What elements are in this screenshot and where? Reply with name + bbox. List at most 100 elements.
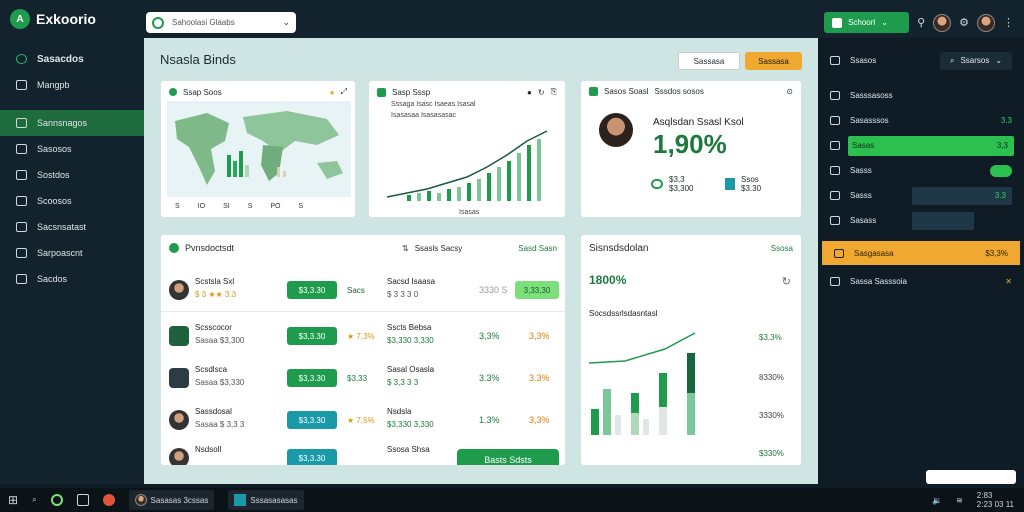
stat-label: $3,3	[669, 175, 685, 184]
sidebar-item-5[interactable]: Scoosos	[0, 188, 144, 214]
logo-icon: A	[10, 9, 30, 29]
row-name: Scstsla Sxl	[195, 277, 235, 286]
list-item[interactable]: Sassdosal Sasaa $ 3,3 3 $3,3.30 ★ 7,5% N…	[161, 401, 565, 439]
book-icon	[16, 274, 27, 284]
clock-icon	[830, 141, 840, 150]
stats-right-value: 8330%	[759, 373, 784, 382]
panel-item[interactable]: Sasasssos 3.3	[818, 108, 1024, 133]
person-name: Asqlsdan Ssasl Ksol	[653, 117, 744, 128]
panel-item[interactable]: Sassa Sasssoia ✕	[818, 269, 1024, 294]
search-icon[interactable]: ⌕	[32, 495, 36, 505]
avatar[interactable]	[977, 13, 995, 32]
trend-chart-card: Sasp Sssp ● ↻ ⎘ Sssaga Isasc Isaeas Isas…	[368, 80, 566, 218]
taskbar: ⊞ ⌕ Sasasas 3cssas Sssasasasas 🔉 ≋ 2:83 2…	[0, 488, 1024, 512]
row-metric-alt: 3.3%	[529, 373, 550, 383]
browser-icon[interactable]	[102, 494, 115, 506]
profile-tab[interactable]: Sasos Soasl	[604, 87, 648, 96]
stats-tag[interactable]: Ssosa	[771, 244, 793, 253]
user-search-icon[interactable]: ⚲	[917, 16, 925, 29]
price-pill[interactable]: $3,3.30	[287, 369, 337, 387]
stats-bars	[591, 353, 695, 435]
taskbar-app[interactable]: Sasasas 3cssas	[128, 490, 215, 510]
sidebar-item-1[interactable]: Mangpb	[0, 72, 144, 98]
price-pill[interactable]: $3,3.30	[287, 327, 337, 345]
app-logo[interactable]: A Exkoorio	[10, 9, 140, 29]
link-icon[interactable]: ⊙	[786, 87, 793, 96]
panel-item[interactable]: Sasss 3.3	[818, 183, 1024, 208]
wallet-icon	[651, 179, 663, 189]
expand-icon[interactable]: ⤢	[341, 87, 347, 97]
sidebar-item-6[interactable]: Sacsnsatast	[0, 214, 144, 240]
sidebar-item-7[interactable]: Sarpoascnt	[0, 240, 144, 266]
row-name: Sassdosal	[195, 407, 232, 416]
speaker-icon[interactable]: 🔉	[932, 496, 942, 505]
row-sub: Sasaa $3,300	[195, 336, 245, 345]
github-icon[interactable]: ●	[527, 88, 532, 97]
folder-icon	[16, 144, 27, 154]
list-item[interactable]: Scsscocor Sasaa $3,300 $3,3.30 ★ 7,3% Ss…	[161, 317, 565, 355]
world-map[interactable]	[167, 101, 351, 197]
settings-icon[interactable]: ⚙	[959, 16, 969, 29]
app-title: Exkoorio	[36, 11, 96, 27]
sun-icon[interactable]: ●	[330, 88, 335, 97]
top-right-tools: Schoorl ⌄ ⚲ ⚙ ⋮	[824, 12, 1014, 33]
tag-icon	[16, 170, 27, 180]
map-card: Ssap Soos ● ⤢ S IO SI S PO S	[160, 80, 356, 218]
close-icon[interactable]: ✕	[1005, 277, 1012, 286]
share-icon[interactable]: ⎘	[551, 87, 557, 97]
price-pill[interactable]: $3,3.30	[287, 281, 337, 299]
map-card-header: Ssap Soos ● ⤢	[161, 81, 355, 103]
task-view-icon[interactable]	[76, 494, 89, 506]
filter-icon[interactable]: ⇅	[402, 244, 409, 253]
profile-stat-1: $3,3 $3,300	[651, 175, 693, 193]
list-column-header[interactable]: Sasd Sasn	[518, 244, 557, 253]
list-item[interactable]: Scstsla Sxl $ 3 ★★ 3.3 $3,3.30 Sacs Sacs…	[161, 271, 565, 309]
toggle-switch[interactable]	[990, 164, 1012, 177]
sidebar-item-2[interactable]: Sannsnagos	[0, 110, 144, 136]
list-item[interactable]: Scsdlsca Sasaa $3,330 $3,3.30 $3,33 Sasa…	[161, 359, 565, 397]
row-metric-alt: 3,3%	[529, 331, 550, 341]
doc-icon	[725, 178, 735, 190]
panel-item[interactable]: Sasss	[818, 158, 1024, 183]
price-pill[interactable]: $3,3.30	[287, 449, 337, 465]
search-input[interactable]: Sahoolasi Glaabs ⌄	[146, 12, 296, 33]
panel-item-value: 3.3	[912, 186, 1012, 205]
assistant-icon[interactable]	[50, 494, 63, 506]
highlight-bar[interactable]: Sasas 3,3	[848, 135, 1014, 156]
taskbar-app[interactable]: Sssasasasas	[228, 490, 304, 510]
panel-item-highlight[interactable]: Sasgasasa $3,3%	[822, 241, 1020, 265]
sidebar-item-3[interactable]: Sasosos	[0, 136, 144, 162]
trend-chart[interactable]	[377, 123, 557, 209]
chevron-down-icon[interactable]: ⌄	[282, 17, 290, 28]
panel-item[interactable]: Sasssasoss	[818, 83, 1024, 108]
panel-filter-dropdown[interactable]: ⌕ Ssarsos ⌄	[940, 51, 1012, 70]
refresh-icon[interactable]: ↻	[782, 275, 791, 288]
highlight-pill[interactable]: 3,33,30	[515, 281, 559, 299]
avatar[interactable]	[933, 13, 952, 32]
row-label: Ssosa Shsa	[387, 445, 430, 454]
panel-item-field[interactable]	[912, 211, 974, 230]
cta-button[interactable]: Basts Sdsts	[457, 449, 559, 465]
stats-bar-chart[interactable]	[585, 327, 715, 455]
sidebar-item-0[interactable]: Sasacdos	[0, 46, 144, 72]
clock[interactable]: 2:83 2:23 03 11	[977, 491, 1014, 509]
map-label: PO	[270, 203, 281, 210]
primary-button[interactable]: Sassasa	[745, 52, 802, 70]
panel-item[interactable]: Sasas 3,3	[818, 133, 1024, 158]
list-column-header[interactable]: Ssasls Sacsy	[415, 244, 463, 253]
secondary-button[interactable]: Sassasa	[678, 52, 740, 70]
more-icon[interactable]: ⋮	[1003, 16, 1014, 29]
stats-card: Sisnsdsdolan Ssosa 1800% ↻ Socsdssrlsdas…	[580, 234, 802, 466]
windows-start-icon[interactable]: ⊞	[8, 493, 18, 507]
wifi-icon[interactable]: ≋	[956, 496, 963, 505]
sidebar-item-8[interactable]: Sacdos	[0, 266, 144, 292]
panel-input[interactable]	[926, 470, 1016, 484]
panel-item[interactable]: Sasass	[818, 208, 1024, 233]
refresh-icon[interactable]: ↻	[538, 88, 545, 97]
sidebar-item-4[interactable]: Sostdos	[0, 162, 144, 188]
divider	[161, 311, 565, 312]
top-action-button[interactable]: Schoorl ⌄	[824, 12, 910, 33]
chart-xlabel: Isasas	[459, 209, 480, 216]
price-pill[interactable]: $3,3.30	[287, 411, 337, 429]
profile-percentage: 1,90%	[653, 129, 727, 159]
